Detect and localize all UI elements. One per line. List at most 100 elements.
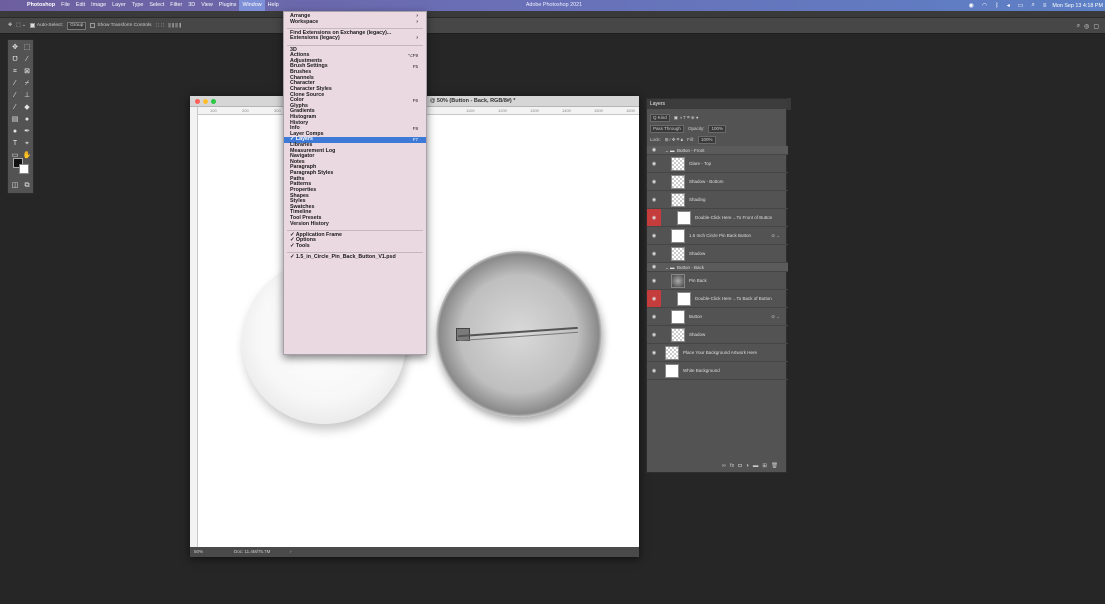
healing-brush-tool-icon[interactable]: ⌿ xyxy=(21,78,33,90)
fx-icon[interactable]: fx xyxy=(730,459,734,473)
background-color-swatch[interactable] xyxy=(19,164,29,174)
menu-filter[interactable]: Filter xyxy=(167,0,185,11)
layer-row[interactable]: ◉ Glare - Top xyxy=(647,155,788,173)
menu-3d[interactable]: 3D xyxy=(185,0,198,11)
window-menu-item[interactable]: ✓ 1.5_in_Circle_Pin_Back_Button_V1.psd xyxy=(284,254,426,261)
menu-type[interactable]: Type xyxy=(129,0,147,11)
visibility-eye-icon[interactable]: ◉ xyxy=(647,272,661,289)
menu-view[interactable]: View xyxy=(198,0,216,11)
smart-object-link-icon[interactable]: ⊘ ⌄ xyxy=(771,227,780,245)
move-tool-icon[interactable]: ✥ xyxy=(8,23,12,28)
workspace-icon[interactable]: ▢ xyxy=(1093,23,1099,30)
path-selection-tool-icon[interactable]: ⌖ xyxy=(21,138,33,150)
menu-select[interactable]: Select xyxy=(146,0,167,11)
minimize-button[interactable] xyxy=(203,99,208,104)
fill-field[interactable]: 100% xyxy=(698,136,716,144)
visibility-eye-icon[interactable]: ◉ xyxy=(647,362,661,379)
visibility-eye-icon[interactable]: ◉ xyxy=(647,146,661,154)
layer-row[interactable]: ◉ 1.5 Inch Circle Pin Back Button ⊘ ⌄ xyxy=(647,227,788,245)
group-folder-icon[interactable]: ⌄ ▬ xyxy=(665,146,675,155)
align-icons[interactable]: ⫶ ⫶ ⫶ ⫶ ⫼ ⫼ ⫼ ⫼ xyxy=(156,23,182,29)
menu-window[interactable]: Window xyxy=(239,0,265,11)
opacity-field[interactable]: 100% xyxy=(708,125,726,133)
auto-select-dropdown[interactable]: Group xyxy=(67,21,87,30)
visibility-eye-icon[interactable]: ◉ xyxy=(647,308,661,325)
group-folder-icon[interactable]: ⌄ ▬ xyxy=(665,263,675,272)
link-icon[interactable]: ∞ xyxy=(722,459,726,473)
blur-tool-icon[interactable]: ● xyxy=(21,114,33,126)
layer-row[interactable]: ◉ Double-Click Here ...To Back of Button xyxy=(647,290,788,308)
zoom-button[interactable] xyxy=(211,99,216,104)
layer-kind-filter[interactable]: Q Kind xyxy=(650,114,670,122)
visibility-eye-icon[interactable]: ◉ xyxy=(647,326,661,343)
type-tool-icon[interactable]: T xyxy=(9,138,21,150)
eyedropper-tool-icon[interactable]: ⁄ xyxy=(9,78,21,90)
zoom-level[interactable]: 50% xyxy=(194,547,203,557)
visibility-eye-icon[interactable]: ◉ xyxy=(647,191,661,208)
lasso-tool-icon[interactable]: ℧ xyxy=(9,54,21,66)
zoom-icon[interactable]: ◎ xyxy=(1084,23,1089,30)
layer-row[interactable]: ◉ Button ⊘ ⌄ xyxy=(647,308,788,326)
stamp-tool-icon[interactable]: ⊥ xyxy=(21,90,33,102)
layer-row[interactable]: ◉ Shading xyxy=(647,191,788,209)
new-layer-icon[interactable]: ⊞ xyxy=(762,459,767,473)
visibility-eye-icon[interactable]: ◉ xyxy=(647,173,661,190)
crop-tool-icon[interactable]: ⌗ xyxy=(9,66,21,78)
layer-row[interactable]: ◉ White Background xyxy=(647,362,788,380)
search-icon[interactable]: ⌕ xyxy=(1077,23,1080,30)
close-button[interactable] xyxy=(195,99,200,104)
menu-file[interactable]: File xyxy=(58,0,73,11)
layer-group-row[interactable]: ◉ ⌄ ▬ Button - Back xyxy=(647,263,788,272)
visibility-eye-icon[interactable]: ◉ xyxy=(647,209,661,226)
layer-row[interactable]: ◉ Double-Click Here ...To Front of Button xyxy=(647,209,788,227)
visibility-eye-icon[interactable]: ◉ xyxy=(647,344,661,361)
menu-help[interactable]: Help xyxy=(265,0,282,11)
menu-edit[interactable]: Edit xyxy=(73,0,88,11)
visibility-eye-icon[interactable]: ◉ xyxy=(647,263,661,271)
menu-image[interactable]: Image xyxy=(88,0,109,11)
screen-share-icon[interactable]: ◉ xyxy=(969,2,974,9)
adjustment-icon[interactable]: ◑ xyxy=(746,459,749,473)
brush-tool-icon[interactable]: ⁄ xyxy=(9,90,21,102)
history-brush-tool-icon[interactable]: ⁄ xyxy=(9,102,21,114)
layer-row[interactable]: ◉ Shadow xyxy=(647,326,788,344)
layer-group-row[interactable]: ◉ ⌄ ▬ Button - Front xyxy=(647,146,788,155)
auto-select-checkbox[interactable]: Auto-Select: xyxy=(29,23,63,28)
bluetooth-icon[interactable]: ᛒ xyxy=(995,3,999,9)
dodge-tool-icon[interactable]: ● xyxy=(9,126,21,138)
smart-object-link-icon[interactable]: ⊘ ⌄ xyxy=(771,308,780,326)
layer-row[interactable]: ◉ Shadow - Bottom xyxy=(647,173,788,191)
menu-layer[interactable]: Layer xyxy=(109,0,129,11)
move-tool-icon[interactable]: ✥ xyxy=(9,42,21,54)
lock-icons[interactable]: ⊞ ⁄ ✥ ⌗ 🔒︎ xyxy=(665,135,683,145)
trash-icon[interactable]: 🗑︎ xyxy=(771,459,778,473)
vertical-ruler[interactable] xyxy=(190,107,198,547)
volume-icon[interactable]: ◂ xyxy=(1007,2,1010,9)
screen-mode-icon[interactable]: ⧉ xyxy=(21,180,33,192)
magic-wand-tool-icon[interactable]: ⁄ xyxy=(21,54,33,66)
gradient-tool-icon[interactable]: ▤ xyxy=(9,114,21,126)
wifi-icon[interactable]: ◠ xyxy=(982,2,987,9)
eraser-tool-icon[interactable]: ◆ xyxy=(21,102,33,114)
layer-row[interactable]: ◉ Shadow xyxy=(647,245,788,263)
menu-plugins[interactable]: Plugins xyxy=(216,0,240,11)
layer-row[interactable]: ◉ Place Your Background Artwork Here xyxy=(647,344,788,362)
pen-tool-icon[interactable]: ✒ xyxy=(21,126,33,138)
show-transform-checkbox[interactable]: Show Transform Controls xyxy=(90,23,152,28)
frame-tool-icon[interactable]: ⊠ xyxy=(21,66,33,78)
visibility-eye-icon[interactable]: ◉ xyxy=(647,245,661,262)
folder-icon[interactable]: ▬ xyxy=(753,459,759,473)
artboard-tool-icon[interactable]: ⬚ xyxy=(21,42,33,54)
layers-tab[interactable]: Layers xyxy=(647,99,788,109)
panel-collapse-handle[interactable] xyxy=(787,98,791,110)
visibility-eye-icon[interactable]: ◉ xyxy=(647,155,661,172)
menu-app-name[interactable]: Photoshop xyxy=(24,0,58,11)
search-icon[interactable]: ⌕ xyxy=(1031,2,1034,9)
visibility-eye-icon[interactable]: ◉ xyxy=(647,290,661,307)
control-center-icon[interactable]: ≡ xyxy=(1043,3,1047,9)
visibility-eye-icon[interactable]: ◉ xyxy=(647,227,661,244)
status-arrow-icon[interactable]: › xyxy=(290,547,292,557)
layer-row[interactable]: ◉ Pin Back xyxy=(647,272,788,290)
quick-mask-icon[interactable]: ◫ xyxy=(9,180,21,192)
blend-mode-dropdown[interactable]: Pass Through xyxy=(650,125,684,133)
